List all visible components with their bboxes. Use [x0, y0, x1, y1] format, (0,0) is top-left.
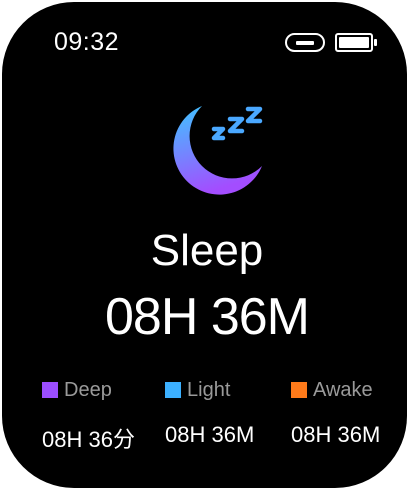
legend-label-deep: Deep — [64, 378, 112, 401]
legend-label-light: Light — [187, 378, 231, 401]
deep-duration: 08H 36分 — [42, 427, 135, 452]
watch-screen: 09:32 Sleep 08H 36M Deep Light Awake 08H… — [2, 2, 407, 488]
sleep-moon-zzz-icon — [173, 106, 263, 195]
legend-light: Light — [165, 377, 230, 403]
deep-swatch — [42, 382, 58, 398]
page-title: Sleep — [150, 226, 264, 275]
status-time: 09:32 — [54, 28, 120, 56]
total-sleep-duration: 08H 36M — [105, 288, 310, 346]
awake-duration: 08H 36M — [291, 422, 381, 447]
light-duration: 08H 36M — [165, 422, 255, 447]
legend-awake: Awake — [291, 377, 373, 403]
battery-icon — [335, 33, 377, 52]
awake-swatch — [291, 382, 307, 398]
light-swatch — [165, 382, 181, 398]
minus-pill-icon — [285, 33, 325, 52]
legend-deep: Deep — [42, 377, 112, 403]
legend-label-awake: Awake — [313, 378, 373, 401]
